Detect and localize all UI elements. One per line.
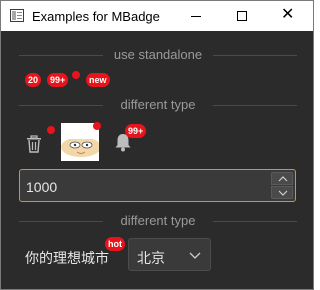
city-select[interactable]: 北京 xyxy=(128,238,211,271)
divider-line-right xyxy=(213,105,297,106)
spinbox-value: 1000 xyxy=(26,179,58,195)
city-label: 你的理想城市 xyxy=(25,251,109,267)
badge-count-20: 20 xyxy=(25,73,42,87)
divider-different-type: different type xyxy=(19,97,297,113)
spinbox-arrows xyxy=(271,172,293,199)
chevron-down-icon xyxy=(189,252,201,259)
badge-dot xyxy=(72,71,80,79)
badge-dot-trash xyxy=(47,126,55,134)
minimize-button[interactable] xyxy=(173,1,219,31)
divider-use-standalone: use standalone xyxy=(19,47,297,63)
divider-line-right xyxy=(213,221,297,222)
minimize-icon xyxy=(191,16,201,17)
city-select-value: 北京 xyxy=(137,251,165,267)
maximize-button[interactable] xyxy=(219,1,265,31)
chevron-down-icon xyxy=(278,190,288,196)
badge-count-bell: 99+ xyxy=(125,124,147,138)
divider-different-type-2: different type xyxy=(19,213,297,229)
number-spinbox[interactable]: 1000 xyxy=(19,169,296,202)
badge-dot-avatar xyxy=(93,122,101,130)
app-icon xyxy=(10,9,24,22)
close-button[interactable]: ✕ xyxy=(265,1,311,31)
spin-down-button[interactable] xyxy=(271,186,293,199)
spin-up-button[interactable] xyxy=(271,172,293,185)
chevron-up-icon xyxy=(278,176,288,182)
window-title: Examples for MBadge xyxy=(32,9,160,24)
divider-line-right xyxy=(213,55,297,56)
badge-text-new: new xyxy=(86,73,110,87)
maximize-icon xyxy=(237,11,247,21)
title-bar[interactable]: Examples for MBadge ✕ xyxy=(1,1,313,31)
trash-icon[interactable] xyxy=(26,135,42,153)
badge-count-99plus: 99+ xyxy=(47,73,69,87)
close-icon: ✕ xyxy=(281,6,295,23)
badge-hot: hot xyxy=(105,237,125,251)
main-window: Examples for MBadge ✕ use standalone 20 … xyxy=(0,0,314,290)
